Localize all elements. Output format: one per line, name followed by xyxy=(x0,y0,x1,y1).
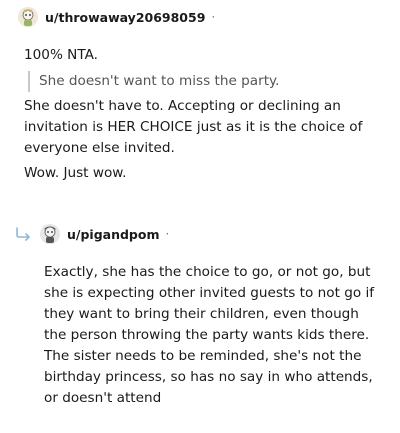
username-link[interactable]: u/pigandpom xyxy=(67,227,160,242)
reply-comment: u/pigandpom · Exactly, she has the choic… xyxy=(40,223,380,413)
avatar-icon[interactable] xyxy=(18,7,38,27)
username-link[interactable]: u/throwaway20698059 xyxy=(45,10,205,25)
reply-arrow-icon xyxy=(16,227,30,241)
comment-paragraph: 100% NTA. xyxy=(24,47,98,63)
comment-paragraph: She doesn't have to. Accepting or declin… xyxy=(24,98,363,156)
comment-paragraph: Wow. Just wow. xyxy=(24,165,127,181)
comment-header: u/throwaway20698059 · xyxy=(18,6,388,28)
meta-separator: · xyxy=(165,227,170,241)
comment-body: 100% NTA. She doesn't want to miss the p… xyxy=(24,45,388,184)
blockquote: She doesn't want to miss the party. xyxy=(28,71,388,92)
comment-paragraph: Exactly, she has the choice to go, or no… xyxy=(44,264,375,406)
comment: u/throwaway20698059 · 100% NTA. She does… xyxy=(18,6,388,188)
meta-separator: · xyxy=(211,10,216,24)
avatar-icon[interactable] xyxy=(40,224,60,244)
comment-body: Exactly, she has the choice to go, or no… xyxy=(44,262,380,409)
comment-header: u/pigandpom · xyxy=(40,223,380,245)
